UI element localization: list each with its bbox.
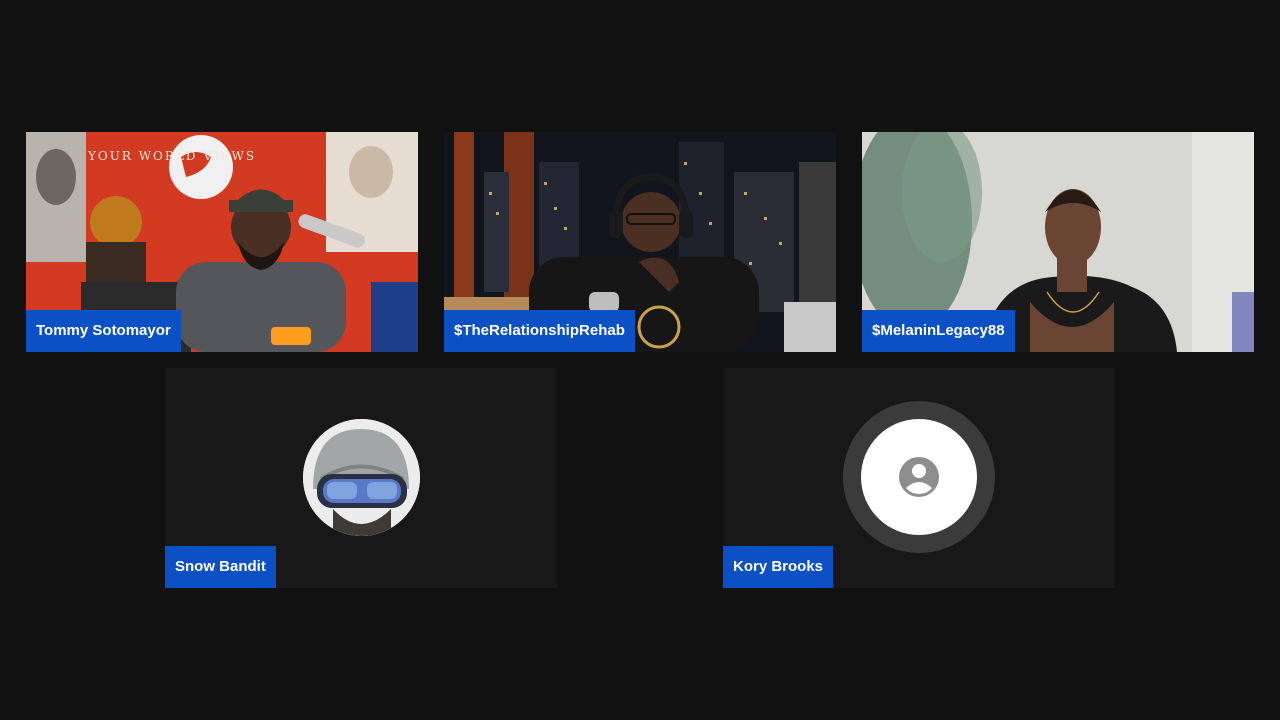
backdrop-sign-text: YOUR WORLD VIEWS: [87, 149, 256, 163]
participant-tile-snow-bandit[interactable]: Snow Bandit: [165, 368, 557, 588]
participant-name-tag: $TheRelationshipRehab: [444, 310, 635, 352]
participant-avatar: [303, 419, 420, 536]
participant-name-tag: Kory Brooks: [723, 546, 834, 588]
participant-name-tag: Tommy Sotomayor: [26, 310, 181, 352]
video-call-stage: YOUR WORLD VIEWS Tommy Sotomayor $TheRel…: [0, 0, 1280, 720]
participant-tile-the-relationship-rehab[interactable]: $TheRelationshipRehab: [444, 132, 836, 352]
person-icon: [899, 457, 939, 497]
participant-name-tag: $MelaninLegacy88: [862, 310, 1015, 352]
participant-tile-kory-brooks[interactable]: Kory Brooks: [723, 368, 1115, 588]
participant-tile-melanin-legacy[interactable]: $MelaninLegacy88: [862, 132, 1254, 352]
ski-helmet-avatar-icon: [303, 419, 420, 536]
participant-name-tag: Snow Bandit: [165, 546, 276, 588]
participant-tile-tommy-sotomayor[interactable]: YOUR WORLD VIEWS Tommy Sotomayor: [26, 132, 418, 352]
participant-avatar: [843, 401, 995, 553]
